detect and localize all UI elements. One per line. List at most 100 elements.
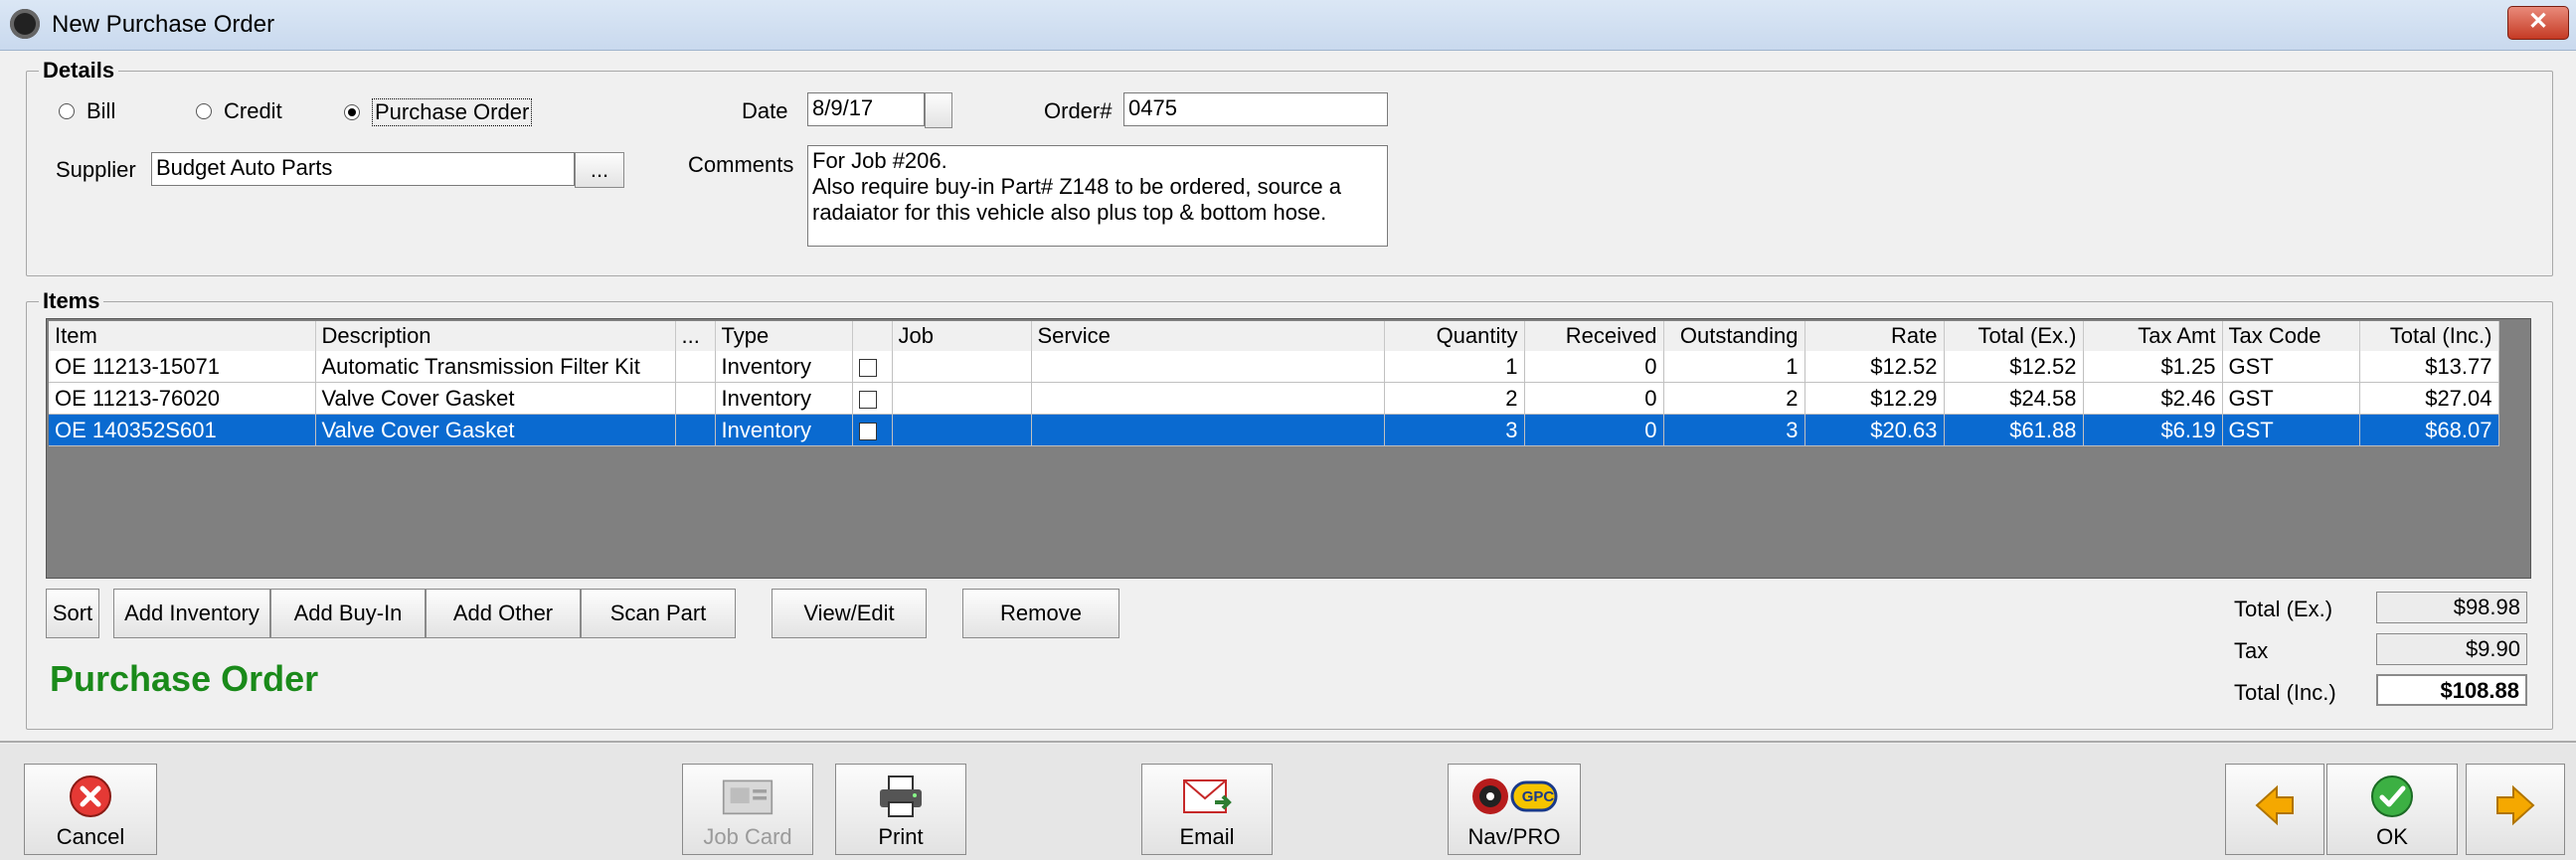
col-item[interactable]: Item xyxy=(49,321,316,351)
cell-more[interactable] xyxy=(675,414,716,446)
cell-tax-code[interactable]: GST xyxy=(2222,414,2360,446)
cell-received[interactable]: 0 xyxy=(1524,382,1664,415)
cell-outstanding[interactable]: 2 xyxy=(1663,382,1805,415)
col-more[interactable]: ... xyxy=(675,321,716,351)
cell-quantity[interactable]: 3 xyxy=(1384,414,1525,446)
col-type[interactable]: Type xyxy=(715,321,853,351)
cell-rate[interactable]: $12.52 xyxy=(1804,351,1945,383)
cell-description[interactable]: Valve Cover Gasket xyxy=(315,382,676,415)
add-other-button[interactable]: Add Other xyxy=(426,589,581,638)
cell-type[interactable]: Inventory xyxy=(715,351,853,383)
cell-total-inc[interactable]: $13.77 xyxy=(2359,351,2499,383)
row-checkbox[interactable] xyxy=(858,390,877,409)
radio-label: Credit xyxy=(224,98,282,123)
cell-more[interactable] xyxy=(675,382,716,415)
app-icon[interactable] xyxy=(10,9,40,39)
job-card-button[interactable]: Job Card xyxy=(682,764,813,855)
cell-total-ex[interactable]: $61.88 xyxy=(1944,414,2084,446)
cell-service[interactable] xyxy=(1031,382,1385,415)
print-icon xyxy=(875,773,927,820)
cell-service[interactable] xyxy=(1031,414,1385,446)
col-outstanding[interactable]: Outstanding xyxy=(1663,321,1805,351)
table-row[interactable]: OE 11213-76020 Valve Cover Gasket Invent… xyxy=(49,382,2499,415)
col-tax-amt[interactable]: Tax Amt xyxy=(2083,321,2223,351)
ok-button[interactable]: OK xyxy=(2326,764,2458,855)
cell-rate[interactable]: $20.63 xyxy=(1804,414,1945,446)
col-rate[interactable]: Rate xyxy=(1804,321,1945,351)
col-service[interactable]: Service xyxy=(1031,321,1385,351)
order-field[interactable]: 0475 xyxy=(1123,92,1388,126)
items-grid[interactable]: Item Description ... Type Job Service Qu… xyxy=(46,318,2531,579)
cell-total-ex[interactable]: $24.58 xyxy=(1944,382,2084,415)
next-arrow-icon xyxy=(2490,781,2541,829)
cell-rate[interactable]: $12.29 xyxy=(1804,382,1945,415)
col-tax-code[interactable]: Tax Code xyxy=(2222,321,2360,351)
supplier-field[interactable]: Budget Auto Parts xyxy=(151,152,575,186)
cell-quantity[interactable]: 2 xyxy=(1384,382,1525,415)
cell-check[interactable] xyxy=(852,414,893,446)
radio-purchase-order[interactable]: Purchase Order xyxy=(344,98,533,126)
cell-type[interactable]: Inventory xyxy=(715,382,853,415)
cell-type[interactable]: Inventory xyxy=(715,414,853,446)
cell-service[interactable] xyxy=(1031,351,1385,383)
date-field[interactable]: 8/9/17 xyxy=(807,92,925,126)
cell-job[interactable] xyxy=(892,414,1032,446)
cell-check[interactable] xyxy=(852,382,893,415)
comments-field[interactable]: For Job #206. Also require buy-in Part# … xyxy=(807,145,1388,247)
cell-outstanding[interactable]: 3 xyxy=(1663,414,1805,446)
add-inventory-button[interactable]: Add Inventory xyxy=(113,589,270,638)
view-edit-button[interactable]: View/Edit xyxy=(772,589,927,638)
print-button[interactable]: Print xyxy=(835,764,966,855)
email-label: Email xyxy=(1179,824,1235,849)
previous-button[interactable] xyxy=(2225,764,2324,855)
radio-bill[interactable]: Bill xyxy=(59,98,115,124)
cell-tax-code[interactable]: GST xyxy=(2222,351,2360,383)
row-checkbox[interactable] xyxy=(858,358,877,377)
cell-description[interactable]: Valve Cover Gasket xyxy=(315,414,676,446)
date-picker-button[interactable] xyxy=(925,92,952,128)
title-bar: New Purchase Order ✕ xyxy=(0,0,2576,51)
cell-job[interactable] xyxy=(892,382,1032,415)
cell-tax-amt[interactable]: $1.25 xyxy=(2083,351,2223,383)
next-button[interactable] xyxy=(2466,764,2565,855)
col-check[interactable] xyxy=(852,321,893,351)
cell-tax-amt[interactable]: $2.46 xyxy=(2083,382,2223,415)
add-buyin-button[interactable]: Add Buy-In xyxy=(270,589,426,638)
table-row[interactable]: OE 11213-15071 Automatic Transmission Fi… xyxy=(49,351,2499,383)
col-received[interactable]: Received xyxy=(1524,321,1664,351)
tax-label: Tax xyxy=(2234,638,2269,663)
cell-total-inc[interactable]: $27.04 xyxy=(2359,382,2499,415)
radio-credit[interactable]: Credit xyxy=(196,98,282,124)
ok-check-icon xyxy=(2366,773,2418,820)
cell-tax-code[interactable]: GST xyxy=(2222,382,2360,415)
cell-quantity[interactable]: 1 xyxy=(1384,351,1525,383)
table-row-selected[interactable]: OE 140352S601 Valve Cover Gasket Invento… xyxy=(49,414,2499,446)
scan-part-button[interactable]: Scan Part xyxy=(581,589,736,638)
email-button[interactable]: Email xyxy=(1141,764,1273,855)
supplier-browse-button[interactable]: ... xyxy=(575,152,624,188)
cell-total-inc[interactable]: $68.07 xyxy=(2359,414,2499,446)
col-quantity[interactable]: Quantity xyxy=(1384,321,1525,351)
cell-check[interactable] xyxy=(852,351,893,383)
cell-item[interactable]: OE 140352S601 xyxy=(49,414,316,446)
close-button[interactable]: ✕ xyxy=(2507,6,2569,40)
cell-outstanding[interactable]: 1 xyxy=(1663,351,1805,383)
cell-description[interactable]: Automatic Transmission Filter Kit xyxy=(315,351,676,383)
cell-item[interactable]: OE 11213-15071 xyxy=(49,351,316,383)
cell-total-ex[interactable]: $12.52 xyxy=(1944,351,2084,383)
nav-pro-button[interactable]: GPC Nav/PRO xyxy=(1448,764,1581,855)
sort-button[interactable]: Sort xyxy=(46,589,99,638)
cell-more[interactable] xyxy=(675,351,716,383)
cell-tax-amt[interactable]: $6.19 xyxy=(2083,414,2223,446)
cell-job[interactable] xyxy=(892,351,1032,383)
col-description[interactable]: Description xyxy=(315,321,676,351)
cell-received[interactable]: 0 xyxy=(1524,414,1664,446)
col-job[interactable]: Job xyxy=(892,321,1032,351)
cancel-button[interactable]: Cancel xyxy=(24,764,157,855)
col-total-ex[interactable]: Total (Ex.) xyxy=(1944,321,2084,351)
cell-item[interactable]: OE 11213-76020 xyxy=(49,382,316,415)
remove-button[interactable]: Remove xyxy=(962,589,1119,638)
col-total-inc[interactable]: Total (Inc.) xyxy=(2359,321,2499,351)
cell-received[interactable]: 0 xyxy=(1524,351,1664,383)
row-checkbox[interactable] xyxy=(858,422,877,440)
